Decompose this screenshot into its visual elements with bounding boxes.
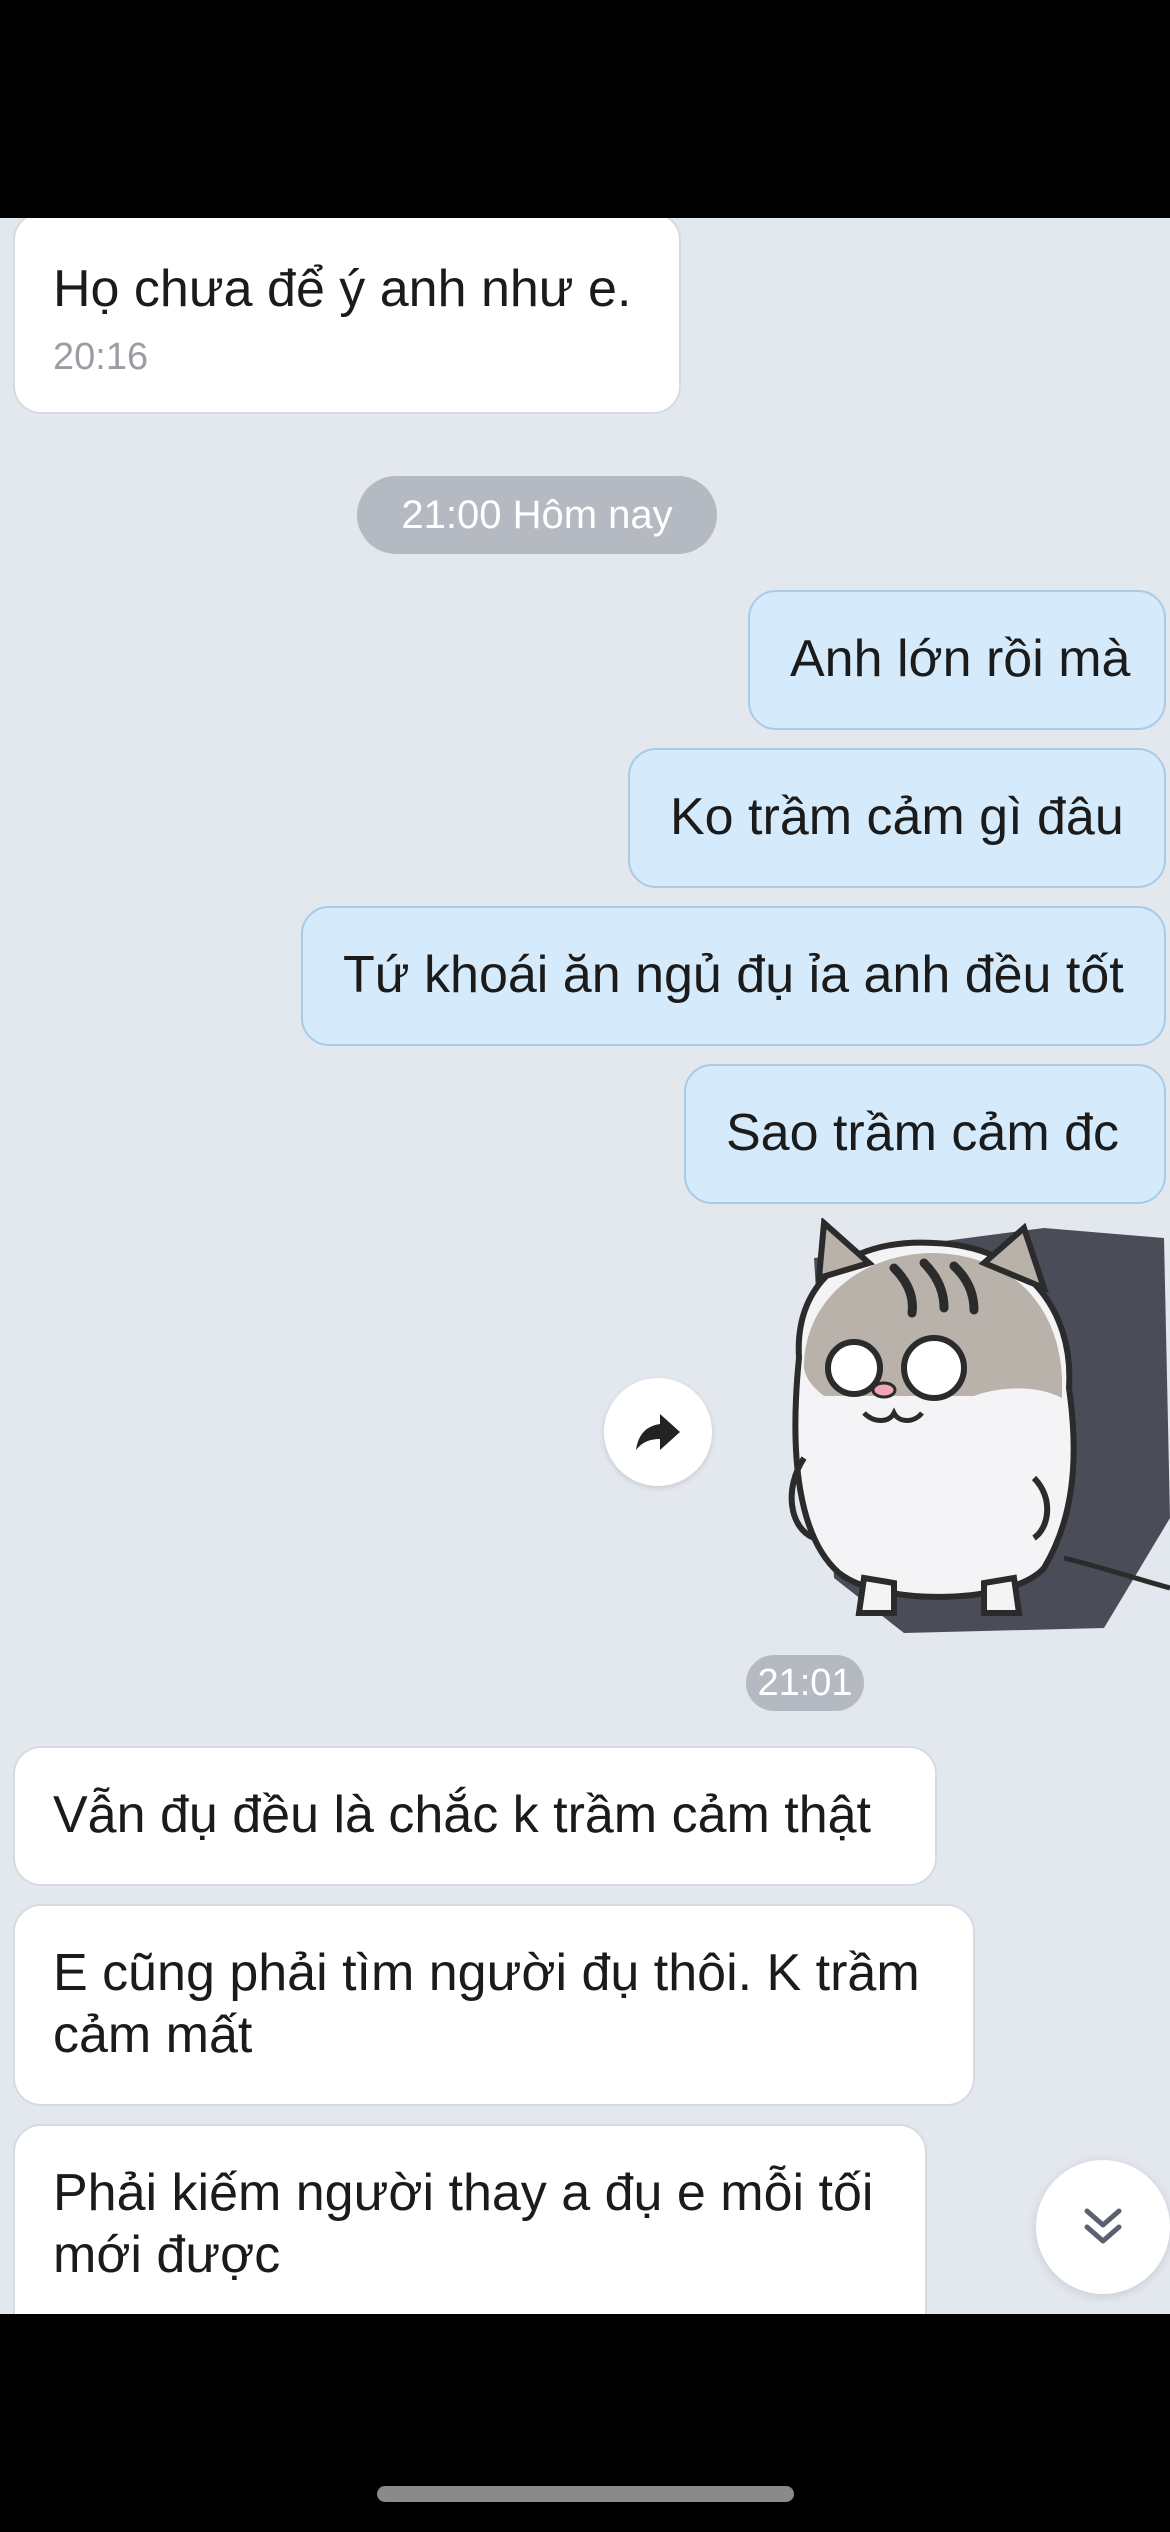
message-bubble-outgoing[interactable]: Ko trầm cảm gì đâu [628, 748, 1166, 888]
double-chevron-down-icon [1084, 2208, 1122, 2244]
cat-sticker[interactable] [744, 1216, 1170, 1638]
message-bubble-incoming[interactable]: Họ chưa để ý anh như e. 20:16 [13, 218, 681, 414]
share-button[interactable] [604, 1378, 712, 1486]
message-text: Vẫn đụ đều là chắc k trầm cảm thật [53, 1786, 871, 1844]
date-separator: 21:00 Hôm nay [357, 476, 717, 554]
message-text: Sao trầm cảm đc [726, 1104, 1120, 1162]
status-bar [0, 0, 1170, 218]
scroll-to-bottom-button[interactable] [1036, 2160, 1170, 2294]
message-bubble-outgoing[interactable]: Anh lớn rồi mà [748, 590, 1166, 730]
message-text: Anh lớn rồi mà [790, 630, 1131, 688]
message-text: E cũng phải tìm người đụ thôi. K trầm cả… [53, 1944, 920, 2064]
sticker-time: 21:01 [746, 1655, 864, 1711]
chat-area[interactable]: Họ chưa để ý anh như e. 20:16 21:00 Hôm … [0, 218, 1170, 2314]
share-arrow-icon [636, 1414, 680, 1450]
message-bubble-incoming[interactable]: Phải kiếm người thay a đụ e mỗi tối mới … [13, 2124, 927, 2314]
message-bubble-outgoing[interactable]: Tứ khoái ăn ngủ đụ ỉa anh đều tốt [301, 906, 1166, 1046]
message-bubble-incoming[interactable]: Vẫn đụ đều là chắc k trầm cảm thật [13, 1746, 937, 1886]
message-text: Họ chưa để ý anh như e. [53, 260, 632, 318]
message-bubble-outgoing[interactable]: Sao trầm cảm đc [684, 1064, 1166, 1204]
message-time: 20:16 [53, 336, 149, 378]
message-bubble-incoming[interactable]: E cũng phải tìm người đụ thôi. K trầm cả… [13, 1904, 975, 2106]
message-text: Tứ khoái ăn ngủ đụ ỉa anh đều tốt [343, 946, 1124, 1004]
home-indicator[interactable] [377, 2486, 794, 2502]
message-text: Phải kiếm người thay a đụ e mỗi tối mới … [53, 2164, 874, 2284]
message-text: Ko trầm cảm gì đâu [670, 788, 1124, 846]
